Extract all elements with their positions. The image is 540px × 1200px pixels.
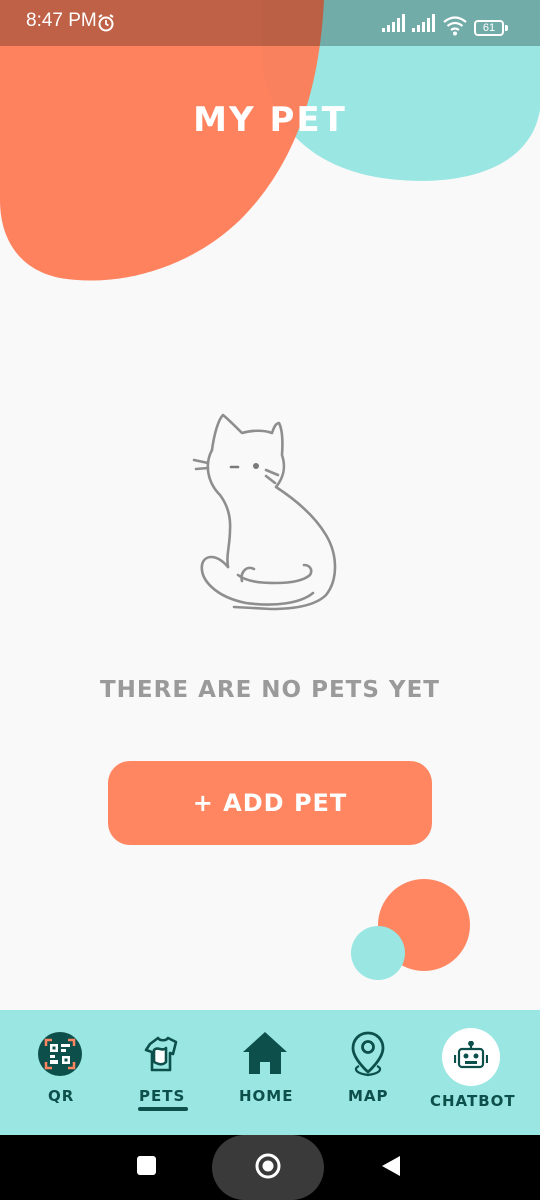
nav-label-pets: PETS xyxy=(139,1087,186,1105)
house-icon xyxy=(243,1032,287,1074)
page-title: MY PET xyxy=(193,100,347,140)
pet-shirt-icon xyxy=(144,1036,178,1072)
nav-item-map[interactable]: MAP xyxy=(327,1010,407,1135)
empty-state-message: THERE ARE NO PETS YET xyxy=(99,677,440,703)
back-triangle-icon[interactable] xyxy=(380,1154,402,1178)
map-pin-icon xyxy=(351,1031,385,1077)
add-pet-button[interactable]: + ADD PET xyxy=(108,761,432,845)
bottom-nav: QR PETS HOME MAP CHATBOT xyxy=(0,1010,540,1135)
nav-label-qr: QR xyxy=(48,1087,75,1105)
wifi-icon xyxy=(443,16,467,36)
decorative-circles xyxy=(351,879,470,980)
nav-label-map: MAP xyxy=(348,1087,389,1105)
cell-signal-icon xyxy=(412,14,435,32)
nav-label-home: HOME xyxy=(239,1087,294,1105)
active-tab-indicator xyxy=(138,1107,188,1111)
robot-icon xyxy=(454,1041,488,1069)
cat-outline-illustration xyxy=(192,413,337,611)
nav-item-pets[interactable]: PETS xyxy=(122,1010,202,1135)
battery-tip xyxy=(505,25,508,31)
battery-level: 61 xyxy=(482,22,496,34)
cell-signal-icon xyxy=(382,14,405,32)
battery-icon: 61 xyxy=(474,20,504,36)
recents-square-icon[interactable] xyxy=(137,1156,156,1175)
alarm-icon xyxy=(98,14,114,32)
home-circle-icon[interactable] xyxy=(254,1152,282,1180)
nav-label-chatbot: CHATBOT xyxy=(430,1092,516,1110)
nav-item-chatbot[interactable]: CHATBOT xyxy=(428,1010,516,1135)
nav-item-home[interactable]: HOME xyxy=(224,1010,304,1135)
nav-item-qr[interactable]: QR xyxy=(20,1010,100,1135)
status-time: 8:47 PM xyxy=(26,10,97,31)
qr-scan-icon xyxy=(38,1032,82,1076)
status-bar: 8:47 PM 61 xyxy=(0,0,540,46)
